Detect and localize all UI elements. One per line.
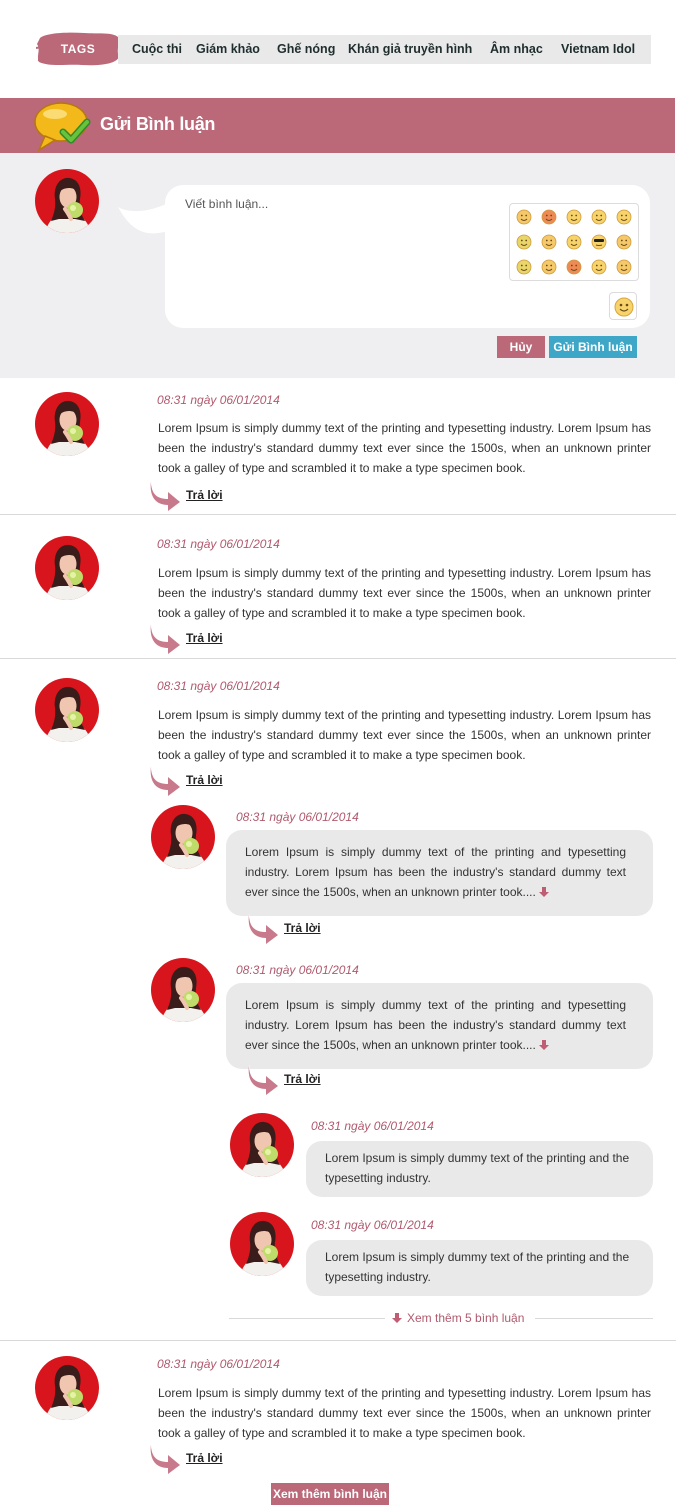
comment-time: 08:31 ngày 06/01/2014 xyxy=(157,537,280,551)
more-replies-link[interactable]: Xem thêm 5 bình luận xyxy=(392,1311,524,1325)
reply-label: Trả lời xyxy=(284,921,321,935)
avatar xyxy=(230,1113,294,1177)
comment-text: Lorem Ipsum is simply dummy text of the … xyxy=(158,708,651,762)
avatar xyxy=(35,1356,99,1420)
avatar xyxy=(230,1212,294,1276)
avatar xyxy=(151,805,215,869)
reply-text: Lorem Ipsum is simply dummy text of the … xyxy=(245,842,626,902)
reply-bubble: Lorem Ipsum is simply dummy text of the … xyxy=(226,983,653,1069)
reply-text: Lorem Ipsum is simply dummy text of the … xyxy=(325,1151,630,1185)
kiss-emoji-icon[interactable] xyxy=(616,259,632,275)
reply-label: Trả lời xyxy=(186,1451,223,1465)
reply-button[interactable]: Trả lời xyxy=(148,764,223,796)
reply-button[interactable]: Trả lời xyxy=(246,1063,321,1095)
tag-giam-khao[interactable]: Giám khảo xyxy=(196,42,260,56)
reply-arrow-icon xyxy=(148,764,182,796)
expand-arrow-icon[interactable] xyxy=(539,1040,549,1050)
reply-time: 08:31 ngày 06/01/2014 xyxy=(311,1119,434,1133)
laugh-emoji-icon[interactable] xyxy=(591,209,607,225)
reply-time: 08:31 ngày 06/01/2014 xyxy=(236,810,359,824)
speech-tail-icon xyxy=(118,203,168,234)
reply-text-content: Lorem Ipsum is simply dummy text of the … xyxy=(245,998,626,1052)
reply-button[interactable]: Trả lời xyxy=(148,622,223,654)
mad-emoji-icon[interactable] xyxy=(566,259,582,275)
divider xyxy=(0,1340,676,1341)
angry-emoji-icon[interactable] xyxy=(541,209,557,225)
wink-emoji-icon[interactable] xyxy=(591,259,607,275)
avatar xyxy=(35,678,99,742)
send-comment-title: Gửi Bình luận xyxy=(100,114,216,134)
reply-text: Lorem Ipsum is simply dummy text of the … xyxy=(245,995,626,1055)
reply-arrow-icon xyxy=(148,1442,182,1474)
send-comment-header: Gửi Bình luận xyxy=(0,98,675,153)
neutral-emoji-icon[interactable] xyxy=(541,259,557,275)
avatar xyxy=(35,169,99,233)
comment-bubble-icon xyxy=(34,102,91,152)
send-comment-button[interactable]: Gửi Bình luận xyxy=(549,336,637,358)
divider xyxy=(229,1318,385,1319)
reply-arrow-icon xyxy=(246,912,280,944)
expand-arrow-icon[interactable] xyxy=(539,887,549,897)
squint-emoji-icon[interactable] xyxy=(566,209,582,225)
avatar xyxy=(35,392,99,456)
divider xyxy=(0,658,676,659)
tags-strip: Cuộc thi Giám khảo Ghế nóng Khán giả tru… xyxy=(118,35,651,64)
comment-compose-box xyxy=(165,185,650,328)
emoji-picker xyxy=(509,203,639,281)
tongue-emoji-icon[interactable] xyxy=(616,234,632,250)
cancel-button[interactable]: Hủy xyxy=(497,336,545,358)
reply-bubble: Lorem Ipsum is simply dummy text of the … xyxy=(306,1240,653,1296)
tag-cuoc-thi[interactable]: Cuộc thi xyxy=(132,42,182,56)
tag-ghe-nong[interactable]: Ghế nóng xyxy=(277,42,335,56)
tags-label: TAGS xyxy=(60,42,96,56)
avatar xyxy=(35,536,99,600)
reply-button[interactable]: Trả lời xyxy=(246,912,321,944)
comment-text: Lorem Ipsum is simply dummy text of the … xyxy=(158,566,651,620)
smirk-emoji-icon[interactable] xyxy=(566,234,582,250)
divider xyxy=(0,514,676,515)
avatar xyxy=(151,958,215,1022)
smiley-icon xyxy=(614,297,634,317)
reply-arrow-icon xyxy=(148,622,182,654)
sick-emoji-icon[interactable] xyxy=(516,234,532,250)
tag-am-nhac[interactable]: Âm nhạc xyxy=(490,42,543,56)
divider xyxy=(535,1318,653,1319)
reply-text: Lorem Ipsum is simply dummy text of the … xyxy=(325,1250,630,1284)
comment-time: 08:31 ngày 06/01/2014 xyxy=(157,393,280,407)
reply-arrow-icon xyxy=(148,479,182,511)
reply-label: Trả lời xyxy=(284,1072,321,1086)
reply-bubble: Lorem Ipsum is simply dummy text of the … xyxy=(306,1141,653,1197)
comment-input[interactable] xyxy=(185,197,505,307)
cool-emoji-icon[interactable] xyxy=(591,234,607,250)
reply-text-content: Lorem Ipsum is simply dummy text of the … xyxy=(245,845,626,899)
more-replies-label: Xem thêm 5 bình luận xyxy=(407,1311,525,1325)
down-arrow-icon xyxy=(392,1313,402,1323)
blush-emoji-icon[interactable] xyxy=(616,209,632,225)
reply-button[interactable]: Trả lời xyxy=(148,1442,223,1474)
reply-time: 08:31 ngày 06/01/2014 xyxy=(236,963,359,977)
reply-time: 08:31 ngày 06/01/2014 xyxy=(311,1218,434,1232)
tag-khan-gia[interactable]: Khán giả truyền hình xyxy=(348,42,472,56)
tag-vietnam-idol[interactable]: Vietnam Idol xyxy=(561,42,635,56)
comment-text: Lorem Ipsum is simply dummy text of the … xyxy=(158,421,651,475)
reply-arrow-icon xyxy=(246,1063,280,1095)
tags-badge: TAGS xyxy=(36,30,120,68)
comment-time: 08:31 ngày 06/01/2014 xyxy=(157,679,280,693)
reply-button[interactable]: Trả lời xyxy=(148,479,223,511)
reply-label: Trả lời xyxy=(186,488,223,502)
reply-label: Trả lời xyxy=(186,773,223,787)
comment-time: 08:31 ngày 06/01/2014 xyxy=(157,1357,280,1371)
tags-bar: TAGS Cuộc thi Giám khảo Ghế nóng Khán gi… xyxy=(0,0,691,96)
load-more-comments-button[interactable]: Xem thêm bình luận xyxy=(271,1483,389,1505)
sad-emoji-icon[interactable] xyxy=(541,234,557,250)
grin-emoji-icon[interactable] xyxy=(516,259,532,275)
emoji-toggle-button[interactable] xyxy=(609,292,637,320)
smile-emoji-icon[interactable] xyxy=(516,209,532,225)
comment-text: Lorem Ipsum is simply dummy text of the … xyxy=(158,1386,651,1440)
reply-label: Trả lời xyxy=(186,631,223,645)
reply-bubble: Lorem Ipsum is simply dummy text of the … xyxy=(226,830,653,916)
